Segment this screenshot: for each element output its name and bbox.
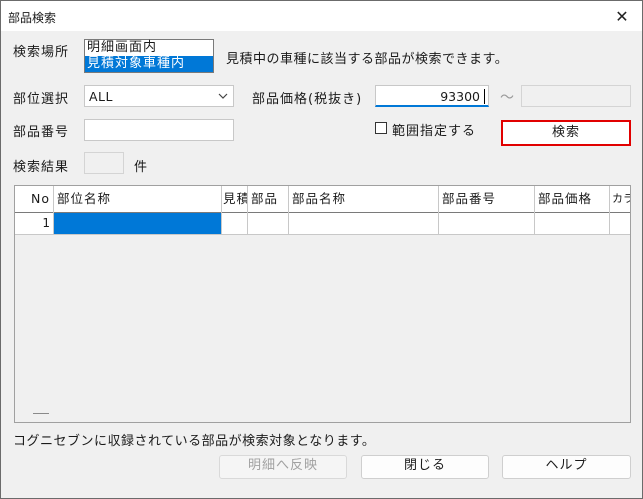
table-cell-position-name[interactable]	[54, 213, 222, 235]
range-label[interactable]: 範囲指定する	[392, 120, 476, 139]
search-location-listbox[interactable]: 明細画面内 見積対象車種内	[84, 39, 214, 73]
search-location-description: 見積中の車種に該当する部品が検索できます。	[226, 52, 509, 67]
horizontal-scrollbar[interactable]	[33, 413, 49, 414]
table-header: No 部位名称 見積 部品 部品名称 部品番号 部品価格 カラ	[15, 186, 630, 213]
result-count-field	[84, 152, 124, 174]
text-caret	[484, 89, 485, 104]
part-position-select[interactable]: ALL	[84, 85, 234, 107]
column-header-part-number[interactable]: 部品番号	[439, 186, 535, 213]
part-search-dialog: 部品検索 ✕ 検索場所 明細画面内 見積対象車種内 見積中の車種に該当する部品が…	[0, 0, 643, 499]
range-checkbox[interactable]	[375, 122, 387, 134]
part-position-value: ALL	[89, 89, 113, 104]
price-range-separator: ～	[500, 90, 514, 106]
table-row[interactable]: 1	[15, 213, 630, 235]
search-location-option-target-vehicle[interactable]: 見積対象車種内	[85, 56, 213, 72]
close-icon[interactable]: ✕	[602, 1, 642, 31]
part-price-input[interactable]: 93300	[375, 85, 489, 107]
table-cell-part-number[interactable]	[439, 213, 535, 235]
table-cell-part-name[interactable]	[289, 213, 439, 235]
column-header-part[interactable]: 部品	[248, 186, 289, 213]
help-button[interactable]: ヘルプ	[502, 455, 631, 479]
title-bar: 部品検索 ✕	[1, 1, 642, 31]
result-count-unit: 件	[134, 160, 149, 175]
part-position-label: 部位選択	[13, 92, 70, 107]
row-number: 1	[15, 213, 54, 235]
part-number-label: 部品番号	[13, 125, 70, 140]
close-button[interactable]: 閉じる	[361, 455, 489, 479]
column-header-part-price[interactable]: 部品価格	[535, 186, 610, 213]
column-header-no[interactable]: No	[15, 186, 54, 213]
table-cell-color[interactable]	[610, 213, 630, 235]
part-price-max-input[interactable]	[521, 85, 631, 107]
column-header-color[interactable]: カラ	[610, 186, 630, 213]
reflect-to-detail-button[interactable]: 明細へ反映	[219, 455, 347, 479]
table-cell-estimate[interactable]	[222, 213, 248, 235]
column-header-part-name[interactable]: 部品名称	[289, 186, 439, 213]
search-location-option-detail-screen[interactable]: 明細画面内	[85, 40, 213, 56]
part-number-input[interactable]	[84, 119, 234, 141]
part-price-value: 93300	[440, 89, 480, 104]
search-button[interactable]: 検索	[501, 120, 631, 146]
search-location-label: 検索場所	[13, 45, 70, 60]
column-header-estimate[interactable]: 見積	[222, 186, 248, 213]
part-price-label: 部品価格(税抜き)	[252, 92, 363, 107]
chevron-down-icon	[218, 93, 228, 99]
column-header-position-name[interactable]: 部位名称	[54, 186, 222, 213]
table-cell-part[interactable]	[248, 213, 289, 235]
table-cell-part-price[interactable]	[535, 213, 610, 235]
result-count-label: 検索結果	[13, 160, 70, 175]
window-title: 部品検索	[8, 11, 57, 25]
footer-note: コグニセブンに収録されている部品が検索対象となります。	[13, 434, 376, 449]
results-table[interactable]: No 部位名称 見積 部品 部品名称 部品番号 部品価格 カラ 1	[14, 185, 631, 423]
